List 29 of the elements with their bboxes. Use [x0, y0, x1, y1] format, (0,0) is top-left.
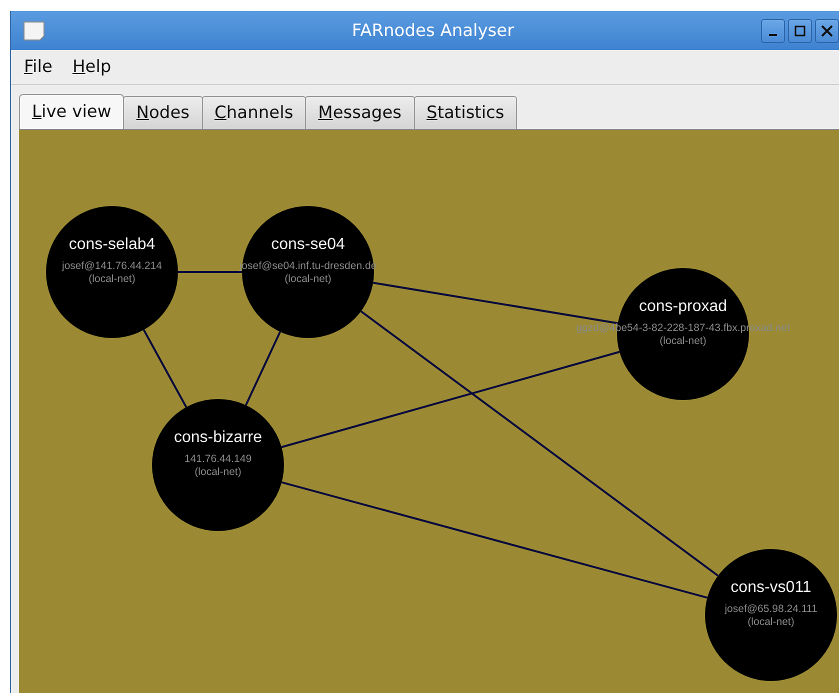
minimize-button[interactable]	[761, 18, 785, 42]
node-network: (local-net)	[284, 273, 332, 286]
tab[interactable]: Channels	[202, 96, 306, 129]
maximize-button[interactable]	[788, 18, 812, 42]
tab[interactable]: Messages	[305, 96, 415, 129]
node-address: josef@65.98.24.111	[724, 603, 818, 616]
window-title: FARnodes Analyser	[350, 20, 516, 40]
node-name: cons-proxad	[638, 298, 728, 316]
node-name: cons-bizarre	[174, 429, 262, 447]
tab[interactable]: Statistics	[414, 96, 518, 129]
edge-line	[178, 271, 242, 273]
node-network: (local-net)	[748, 616, 794, 629]
menu-item[interactable]: File	[24, 57, 52, 77]
node-name: cons-se04	[271, 236, 345, 254]
node-network: (local-net)	[660, 335, 706, 348]
window-icon	[23, 20, 45, 40]
maximize-icon	[794, 24, 806, 36]
close-button[interactable]	[815, 18, 839, 42]
node-address: josef@141.76.44.214	[62, 260, 162, 273]
menu-item[interactable]: Help	[72, 57, 112, 77]
node-network: (local-net)	[194, 466, 242, 479]
close-icon	[821, 24, 833, 36]
node-address: 141.76.44.149	[184, 453, 252, 466]
node-network: (local-net)	[88, 273, 136, 286]
node-name: cons-vs011	[730, 579, 812, 597]
tab[interactable]: Live view	[19, 94, 124, 129]
tab[interactable]: Nodes	[123, 96, 203, 129]
minimize-icon	[769, 34, 777, 36]
node-name: cons-selab4	[68, 236, 156, 254]
